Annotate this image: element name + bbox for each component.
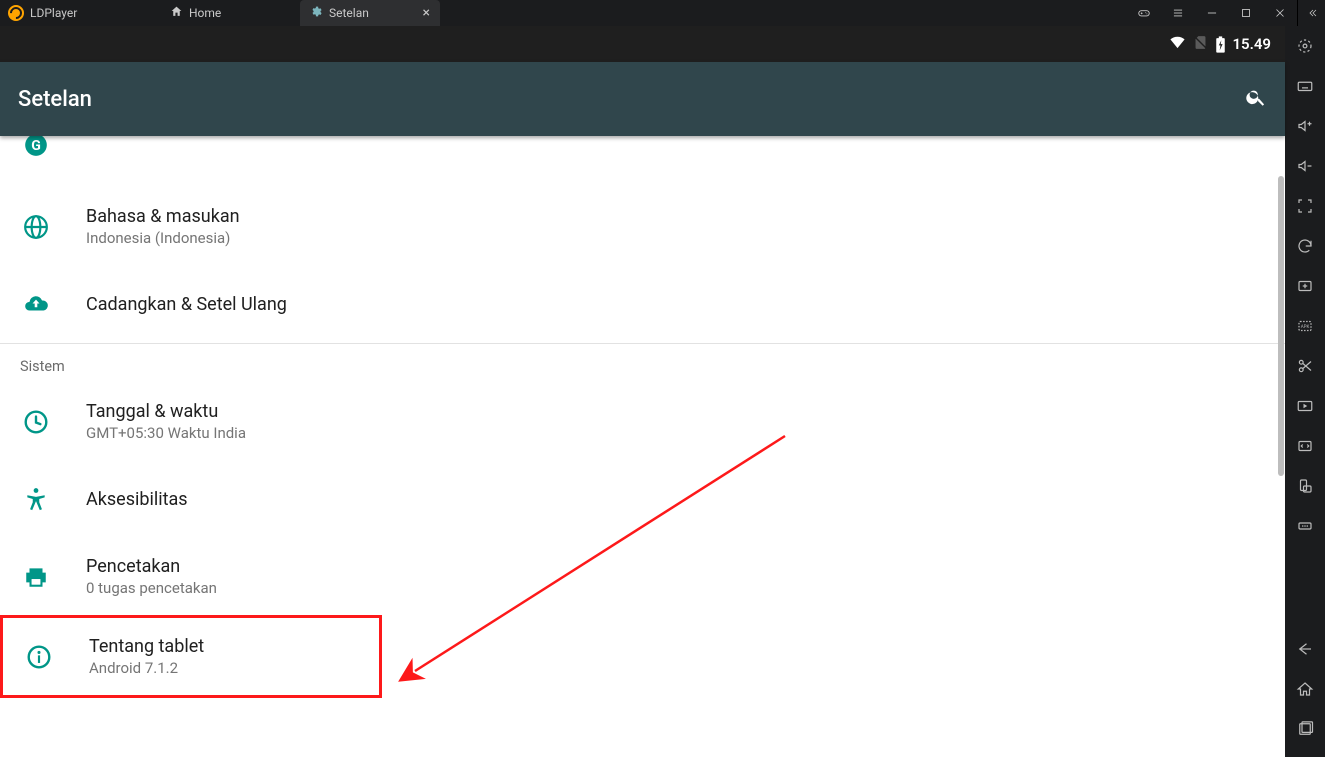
settings-category-system: Sistem [0,344,1285,383]
emulator-brand: LDPlayer [30,6,160,20]
tool-volume-down[interactable] [1285,158,1325,178]
back-icon [1296,640,1314,662]
globe-icon [20,214,52,240]
android-nav-recent[interactable] [1285,721,1325,741]
settings-item-language[interactable]: Bahasa & masukan Indonesia (Indonesia) [0,188,1285,265]
video-play-icon [1296,397,1314,419]
tool-settings-gear[interactable] [1285,38,1325,58]
tool-sync[interactable] [1285,238,1325,258]
emulator-titlebar: LDPlayer Home Setelan × [0,0,1325,26]
battery-charging-icon [1215,36,1226,53]
volume-up-icon [1296,117,1314,139]
settings-item-printing[interactable]: Pencetakan 0 tugas pencetakan [0,538,1285,615]
settings-item-subtitle: Android 7.1.2 [89,659,204,677]
tool-operation-record[interactable] [1285,438,1325,458]
annotation-highlight-box: Tentang tablet Android 7.1.2 [0,615,382,698]
statusbar-clock: 15.49 [1232,35,1271,53]
appbar-title: Setelan [18,87,92,112]
android-nav-back[interactable] [1285,641,1325,661]
tool-more[interactable] [1285,518,1325,538]
tab-settings-label: Setelan [329,6,369,20]
no-sim-icon [1192,34,1209,55]
clock-icon [20,409,52,435]
tool-keyboard-map[interactable] [1285,78,1325,98]
tab-settings[interactable]: Setelan × [300,0,440,26]
info-icon [23,644,55,670]
window-controls [1127,0,1325,26]
printer-icon [20,564,52,590]
scissors-icon [1296,357,1314,379]
tool-screenshot[interactable] [1285,358,1325,378]
scrollbar-thumb[interactable] [1278,176,1284,476]
window-minimize-button[interactable] [1195,0,1229,26]
tool-video-record[interactable] [1285,398,1325,418]
add-window-icon [1296,277,1314,299]
tab-home[interactable]: Home [160,0,300,26]
wifi-icon [1169,34,1186,55]
settings-item-about[interactable]: Tentang tablet Android 7.1.2 [3,618,379,695]
cloud-upload-icon [20,291,52,317]
search-icon [1245,93,1267,112]
settings-item-label: Tanggal & waktu [86,401,246,422]
settings-item-label: Tentang tablet [89,636,204,657]
settings-item-subtitle: GMT+05:30 Waktu India [86,424,246,442]
keyboard-icon [1296,77,1314,99]
android-settings-icon [310,5,323,21]
gamepad-button[interactable] [1127,0,1161,26]
tab-close-button[interactable]: × [423,6,430,20]
android-statusbar[interactable]: 15.49 [0,26,1285,62]
tab-home-label: Home [189,6,221,20]
window-close-button[interactable] [1263,0,1297,26]
gear-dashed-icon [1296,37,1314,59]
settings-item-label: Pencetakan [86,556,217,577]
home-nav-icon [1296,680,1314,702]
sidebar-collapse-button[interactable] [1297,0,1325,26]
settings-appbar: Setelan [0,62,1285,136]
apk-icon: APK [1296,317,1314,339]
recent-icon [1296,720,1314,742]
settings-item-accessibility[interactable]: Aksesibilitas [0,460,1285,538]
settings-item-backup[interactable]: Cadangkan & Setel Ulang [0,265,1285,343]
settings-item-label: Aksesibilitas [86,489,188,510]
more-icon [1296,517,1314,539]
home-icon [170,5,183,21]
svg-text:APK: APK [1301,324,1310,330]
sync-icon [1296,237,1314,259]
svg-text:G: G [31,138,41,154]
rotate-icon [1296,477,1314,499]
settings-item-label: Cadangkan & Setel Ulang [86,294,287,315]
tool-volume-up[interactable] [1285,118,1325,138]
emulator-toolbar: APK [1285,26,1325,757]
window-maximize-button[interactable] [1229,0,1263,26]
tool-install-apk[interactable]: APK [1285,318,1325,338]
settings-item-subtitle: Indonesia (Indonesia) [86,229,240,247]
fullscreen-icon [1296,197,1314,219]
swap-icon [1296,437,1314,459]
tool-fullscreen[interactable] [1285,198,1325,218]
tool-multi-instance[interactable] [1285,278,1325,298]
android-screen: 15.49 Setelan G Google [0,26,1285,757]
search-button[interactable] [1245,86,1267,112]
google-icon: G [20,136,52,158]
settings-list: G Google Bahasa & masukan Indonesia (Ind… [0,136,1285,757]
settings-item-label: Bahasa & masukan [86,206,240,227]
volume-down-icon [1296,157,1314,179]
settings-item-subtitle: 0 tugas pencetakan [86,579,217,597]
settings-item-google[interactable]: G Google [0,136,1285,176]
accessibility-icon [20,486,52,512]
android-nav-home[interactable] [1285,681,1325,701]
menu-button[interactable] [1161,0,1195,26]
tool-rotate[interactable] [1285,478,1325,498]
settings-item-datetime[interactable]: Tanggal & waktu GMT+05:30 Waktu India [0,383,1285,460]
ldplayer-logo-icon [8,5,24,21]
